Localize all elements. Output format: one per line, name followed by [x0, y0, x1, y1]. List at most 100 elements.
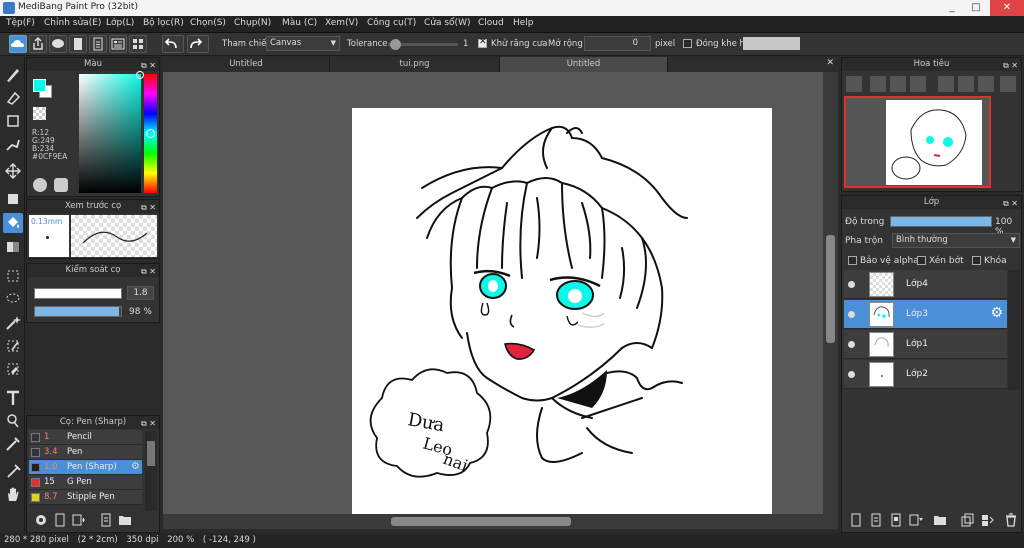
flip-icon[interactable] [958, 76, 974, 92]
menu-filter[interactable]: Bộ lọc(R) [143, 18, 184, 28]
menu-window[interactable]: Cửa sổ(W) [424, 18, 470, 28]
hand-icon[interactable] [3, 485, 23, 505]
operation-icon[interactable] [3, 411, 23, 431]
menu-snap[interactable]: Chụp(N) [234, 18, 271, 28]
dotted-select-icon[interactable] [3, 266, 23, 286]
foreground-color-swatch[interactable] [33, 79, 46, 92]
tolerance-slider[interactable] [388, 39, 458, 50]
actual-size-icon[interactable] [938, 76, 954, 92]
vertical-scroll-thumb[interactable] [826, 235, 835, 343]
bucket-icon[interactable] [3, 213, 23, 233]
document-tab[interactable]: tui.png [330, 57, 500, 72]
gradient-icon[interactable] [3, 237, 23, 257]
magic-wand-icon[interactable] [3, 313, 23, 333]
hue-slider-handle[interactable] [146, 129, 155, 138]
brush-settings-icon[interactable] [33, 512, 49, 528]
horizontal-scrollbar[interactable] [163, 514, 838, 529]
vertical-scrollbar[interactable] [823, 72, 838, 514]
brush-item[interactable]: 1.0 Pen (Sharp) ⚙ [29, 460, 142, 475]
visibility-icon[interactable] [848, 311, 855, 318]
eraser-icon[interactable] [3, 88, 23, 108]
close-gap-slider[interactable] [743, 37, 800, 50]
duplicate-layer-icon[interactable] [959, 512, 975, 528]
undo-icon[interactable] [162, 35, 184, 53]
close-gap-checkbox[interactable] [683, 39, 692, 48]
menu-color[interactable]: Màu (C) [282, 18, 317, 28]
brush-size-value[interactable]: 1.8 [127, 286, 154, 300]
drawing-canvas[interactable]: Dưa Leo nai [352, 108, 772, 514]
panel-controls-icon[interactable]: ⧉ ✕ [141, 417, 156, 430]
eyedropper-icon[interactable] [3, 434, 23, 454]
menu-view[interactable]: Xem(V) [325, 18, 358, 28]
menu-file[interactable]: Tệp(F) [6, 18, 35, 28]
gear-icon[interactable]: ⚙ [131, 461, 140, 472]
layers-scrollbar[interactable] [1008, 270, 1020, 390]
document-icon[interactable] [69, 35, 87, 53]
reference-select[interactable]: Canvas ▼ [266, 36, 340, 51]
menu-tools[interactable]: Công cụ(T) [367, 18, 416, 28]
brush-size-slider[interactable] [34, 288, 122, 299]
visibility-icon[interactable] [848, 341, 855, 348]
reset-rotate-icon[interactable] [1000, 76, 1016, 92]
document-tab[interactable]: Untitled [163, 57, 330, 72]
panel-controls-icon[interactable]: ⧉ ✕ [141, 59, 156, 72]
visibility-icon[interactable] [848, 281, 855, 288]
visibility-icon[interactable] [848, 371, 855, 378]
comment-icon[interactable] [49, 35, 67, 53]
brush-item[interactable]: 15 G Pen [29, 475, 142, 490]
pen-tool-icon[interactable] [3, 135, 23, 155]
gear-icon[interactable]: ⚙ [990, 305, 1003, 321]
zoom-out-icon[interactable] [910, 76, 926, 92]
menu-select[interactable]: Chọn(S) [190, 18, 226, 28]
brush-item[interactable]: 3.4 Pen [29, 445, 142, 460]
navigator-preview[interactable] [844, 96, 991, 188]
lock-checkbox[interactable] [972, 256, 981, 265]
brush-item[interactable]: 8.7 Stipple Pen [29, 490, 142, 505]
cloud-icon[interactable] [9, 35, 27, 53]
add-layer-menu-icon[interactable] [908, 512, 924, 528]
sv-picker-handle[interactable] [136, 71, 144, 79]
antialias-checkbox[interactable]: ✕ [478, 37, 487, 48]
layer-row[interactable]: Lớp1 [844, 330, 1007, 359]
brush-opacity-slider[interactable] [34, 306, 122, 317]
menu-edit[interactable]: Chỉnh sửa(E) [44, 18, 101, 28]
new-halftone-layer-icon[interactable] [868, 512, 884, 528]
select-pen-icon[interactable] [3, 336, 23, 356]
new-8bit-layer-icon[interactable] [888, 512, 904, 528]
blend-mode-select[interactable]: Bình thường ▼ [892, 233, 1020, 248]
grid-icon[interactable] [129, 35, 147, 53]
lasso-icon[interactable] [3, 289, 23, 309]
zoom-in-icon[interactable] [870, 76, 886, 92]
brush-item[interactable]: 1 Pencil [29, 430, 142, 445]
trash-icon[interactable] [1003, 512, 1019, 528]
zoom-icon[interactable] [846, 76, 862, 92]
expand-input[interactable]: 0 [584, 36, 651, 51]
brush-icon[interactable] [3, 65, 23, 85]
layer-folder-icon[interactable] [932, 512, 948, 528]
maximize-button[interactable]: □ [962, 0, 990, 16]
horizontal-scroll-thumb[interactable] [391, 517, 571, 526]
rectangle-select-icon[interactable] [3, 111, 23, 131]
hue-slider[interactable] [144, 74, 157, 193]
close-button[interactable]: ✕ [990, 0, 1024, 16]
new-layer-icon[interactable] [848, 512, 864, 528]
brush-list-scrollbar[interactable] [145, 431, 157, 511]
rotate-icon[interactable] [978, 76, 994, 92]
page-list-icon[interactable] [89, 35, 107, 53]
color-set-icon[interactable] [54, 178, 68, 192]
tolerance-slider-handle[interactable] [390, 39, 402, 50]
new-brush-icon[interactable] [52, 512, 68, 528]
layer-row[interactable]: Lớp3 ⚙ [844, 300, 1007, 329]
layer-row[interactable]: Lớp4 [844, 270, 1007, 299]
brush-list-scroll-thumb[interactable] [147, 441, 155, 466]
fit-icon[interactable] [890, 76, 906, 92]
move-icon[interactable] [3, 161, 23, 181]
fill-rectangle-icon[interactable] [3, 189, 23, 209]
transparent-swatch[interactable] [33, 107, 46, 120]
layer-row[interactable]: Lớp2 [844, 360, 1007, 389]
menu-layer[interactable]: Lớp(L) [106, 18, 134, 28]
menu-help[interactable]: Help [513, 18, 534, 28]
panel-controls-icon[interactable]: ⧉ ✕ [1003, 197, 1018, 210]
close-tab-icon[interactable]: ✕ [826, 58, 834, 68]
brush-folder-icon[interactable] [117, 512, 133, 528]
